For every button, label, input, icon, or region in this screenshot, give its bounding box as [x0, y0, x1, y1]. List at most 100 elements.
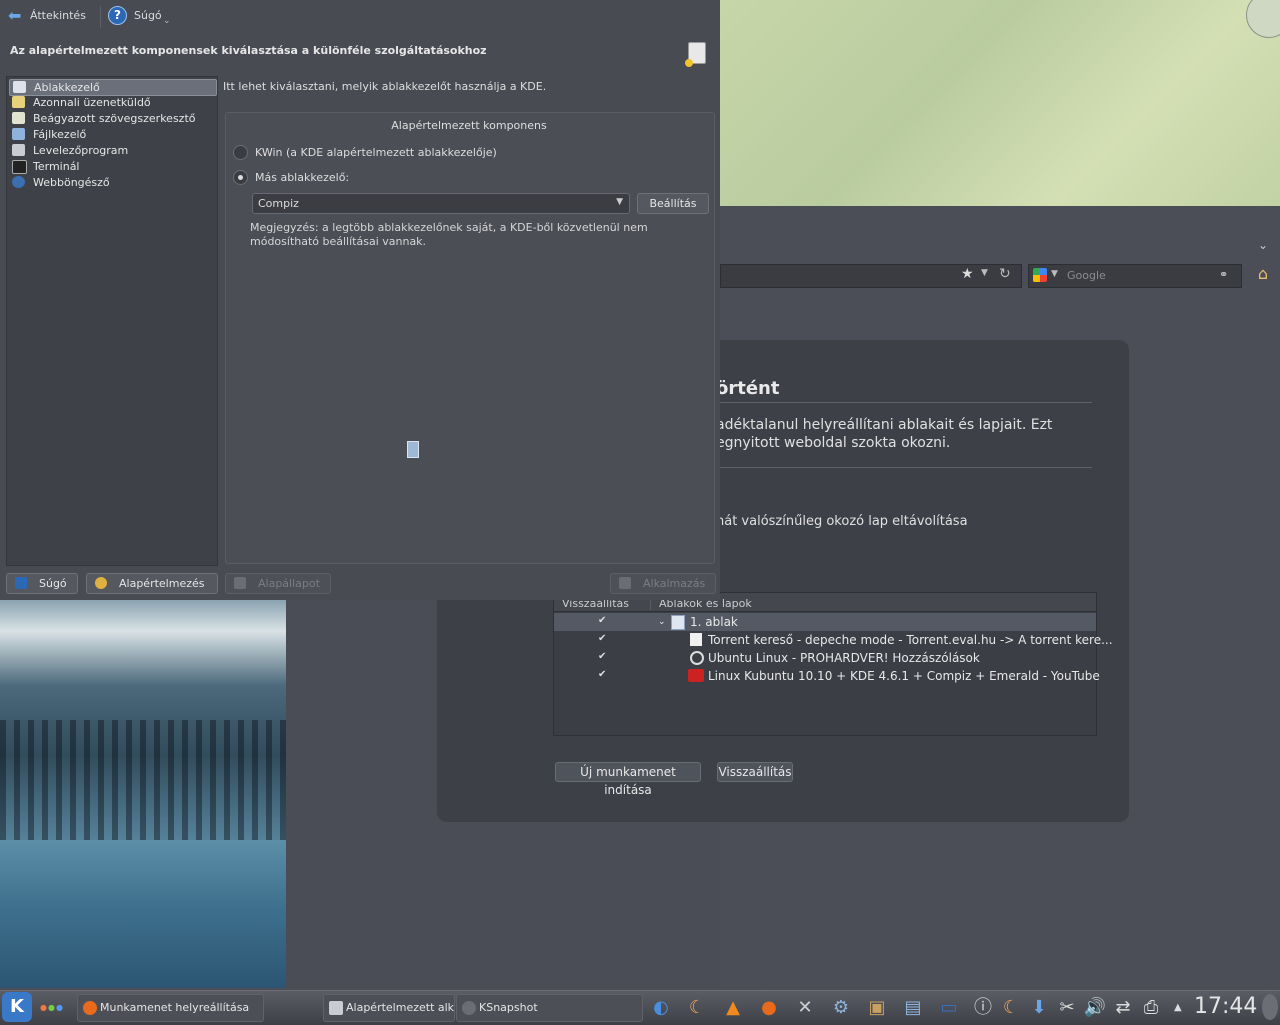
- other-wm-radio[interactable]: [233, 170, 248, 185]
- terminal-icon: [12, 160, 27, 174]
- tree-row-window[interactable]: ✔ ⌄ 1. ablak: [554, 613, 1096, 631]
- check-icon[interactable]: ✔: [598, 669, 606, 680]
- check-icon[interactable]: ✔: [598, 651, 606, 662]
- panel-toolbox[interactable]: [1262, 994, 1278, 1020]
- sidebar-item-label: Terminál: [33, 160, 80, 173]
- chevron-down-icon[interactable]: ▼: [981, 268, 988, 278]
- defaults-button[interactable]: Alapértelmezés: [86, 573, 218, 594]
- component-list[interactable]: Ablakkezelő Azonnali üzenetküldő Beágyaz…: [6, 76, 218, 566]
- tree-row-tab[interactable]: ✔ Linux Kubuntu 10.10 + KDE 4.6.1 + Comp…: [554, 667, 1100, 685]
- chevron-down-icon: ⌄: [163, 16, 171, 26]
- help-icon: ?: [108, 6, 127, 25]
- reset-button[interactable]: Alapállapot: [225, 573, 331, 594]
- expand-chevron-icon[interactable]: ⌄: [658, 617, 666, 627]
- window-manager-select[interactable]: Compiz ▼: [252, 193, 630, 214]
- apply-button[interactable]: Alkalmazás: [610, 573, 716, 594]
- button-label: Súgó: [39, 577, 67, 590]
- configure-button[interactable]: Beállítás: [637, 193, 709, 214]
- deb-package-icon[interactable]: ▣: [864, 996, 890, 1020]
- button-label: Alapállapot: [258, 577, 320, 590]
- desktop-wallpaper-sky: [720, 0, 1280, 206]
- new-session-button[interactable]: Új munkamenet indítása: [555, 762, 701, 797]
- button-label: Alapértelmezés: [119, 577, 205, 590]
- volume-icon[interactable]: 🔊: [1082, 996, 1108, 1020]
- desktop-icon[interactable]: ▭: [936, 996, 962, 1020]
- firefox-icon[interactable]: ●: [756, 996, 782, 1020]
- kwin-radio[interactable]: [233, 145, 248, 160]
- page-title: Az alapértelmezett komponensek kiválaszt…: [10, 44, 487, 57]
- printer-icon[interactable]: ⎙: [1138, 996, 1164, 1020]
- task-default-apps[interactable]: Alapértelmezett alkalmazások: [323, 994, 455, 1022]
- sidebar-item-terminal[interactable]: Terminál: [9, 159, 215, 174]
- tree-row-tab[interactable]: ✔ Torrent kereső - depeche mode - Torren…: [554, 631, 1113, 649]
- chevron-down-icon[interactable]: ⌄: [1258, 238, 1268, 252]
- web-browser-icon: [12, 176, 25, 188]
- check-icon[interactable]: ✔: [598, 633, 606, 644]
- moon-icon[interactable]: ☾: [998, 996, 1024, 1020]
- remove-tab-text: nát valószínűleg okozó lap eltávolítása: [716, 514, 968, 529]
- task-session-restore[interactable]: Munkamenet helyreállítása: [77, 994, 264, 1022]
- chevron-down-icon[interactable]: ▼: [1051, 269, 1058, 279]
- select-value: Compiz: [258, 197, 299, 210]
- restore-title: örtént: [716, 378, 780, 399]
- system-settings-icon[interactable]: ✕: [792, 996, 818, 1020]
- text-editor-icon: [12, 112, 25, 124]
- clock[interactable]: 17:44: [1194, 994, 1257, 1019]
- overview-label: Áttekintés: [30, 9, 86, 22]
- tree-row-label: 1. ablak: [690, 615, 738, 629]
- restore-tree[interactable]: Visszaállítás Ablakok és lapok ✔ ⌄ 1. ab…: [553, 592, 1113, 736]
- loading-icon: [690, 651, 704, 665]
- other-wm-radio-label[interactable]: Más ablakkezelő:: [255, 171, 349, 184]
- sidebar-item-label: Levelezőprogram: [33, 144, 129, 157]
- restore-session-button[interactable]: Visszaállítás: [717, 762, 793, 782]
- sidebar-item-web-browser[interactable]: Webböngésző: [9, 175, 215, 190]
- url-bar[interactable]: ★ ▼ ↻: [720, 264, 1022, 288]
- camera-icon: [462, 1001, 476, 1015]
- tree-row-label: Torrent kereső - depeche mode - Torrent.…: [708, 633, 1113, 647]
- task-ksnapshot[interactable]: KSnapshot: [456, 994, 643, 1022]
- divider: [716, 402, 1092, 403]
- kwin-radio-label[interactable]: KWin (a KDE alapértelmezett ablakkezelőj…: [255, 146, 497, 159]
- toolbar-separator: [100, 6, 101, 28]
- overview-button[interactable]: ⬅ Áttekintés: [8, 6, 98, 26]
- moon-icon[interactable]: ☾: [684, 996, 710, 1020]
- info-icon[interactable]: ⓘ: [970, 996, 996, 1020]
- dolphin-icon[interactable]: ◐: [648, 996, 674, 1020]
- firefox-icon: [83, 1001, 97, 1015]
- check-icon[interactable]: ✔: [598, 615, 606, 626]
- window-manager-icon: [13, 81, 26, 93]
- dragged-file-icon: [407, 441, 419, 458]
- help-menu-button[interactable]: ? Súgó ⌄: [108, 6, 174, 28]
- sidebar-item-file-manager[interactable]: Fájlkezelő: [9, 127, 215, 142]
- tree-row-tab[interactable]: ✔ Ubuntu Linux - PROHARDVER! Hozzászólás…: [554, 649, 1096, 667]
- reload-icon[interactable]: ↻: [999, 266, 1011, 282]
- sidebar-item-instant-messenger[interactable]: Azonnali üzenetküldő: [9, 95, 215, 110]
- download-icon[interactable]: ⬇: [1026, 996, 1052, 1020]
- activity-switcher[interactable]: ●●●: [40, 1003, 64, 1012]
- home-icon[interactable]: ⌂: [1252, 264, 1274, 286]
- help-icon: [15, 577, 27, 589]
- restore-description: adéktalanul helyreállítani ablakait és l…: [716, 417, 1053, 451]
- binoculars-icon[interactable]: ⚭: [1219, 268, 1228, 281]
- task-label: KSnapshot: [479, 1001, 538, 1014]
- mail-client-icon: [12, 144, 25, 156]
- sidebar-item-text-editor[interactable]: Beágyazott szövegszerkesztő: [9, 111, 215, 126]
- kde-menu-button[interactable]: K: [2, 992, 32, 1022]
- undo-icon: [234, 577, 246, 589]
- task-label: Alapértelmezett alkalmazások: [346, 1001, 454, 1014]
- package-manager-icon[interactable]: ⚙: [828, 996, 854, 1020]
- sidebar-item-window-manager[interactable]: Ablakkezelő: [9, 79, 217, 96]
- bookmark-star-icon[interactable]: ★: [961, 266, 974, 282]
- tray-expand-icon[interactable]: ▲: [1174, 1002, 1182, 1013]
- sidebar-item-label: Webböngésző: [33, 176, 110, 189]
- help-button[interactable]: Súgó: [6, 573, 78, 594]
- instant-messenger-icon: [12, 96, 25, 108]
- file-manager-icon[interactable]: ▤: [900, 996, 926, 1020]
- help-label: Súgó: [134, 9, 162, 22]
- search-bar[interactable]: ▼ Google ⚭: [1028, 264, 1242, 288]
- sidebar-item-mail-client[interactable]: Levelezőprogram: [9, 143, 215, 158]
- scissors-icon[interactable]: ✂: [1054, 996, 1080, 1020]
- network-icon[interactable]: ⇄: [1110, 996, 1136, 1020]
- sidebar-item-label: Ablakkezelő: [34, 81, 100, 94]
- vlc-icon[interactable]: ▲: [720, 996, 746, 1020]
